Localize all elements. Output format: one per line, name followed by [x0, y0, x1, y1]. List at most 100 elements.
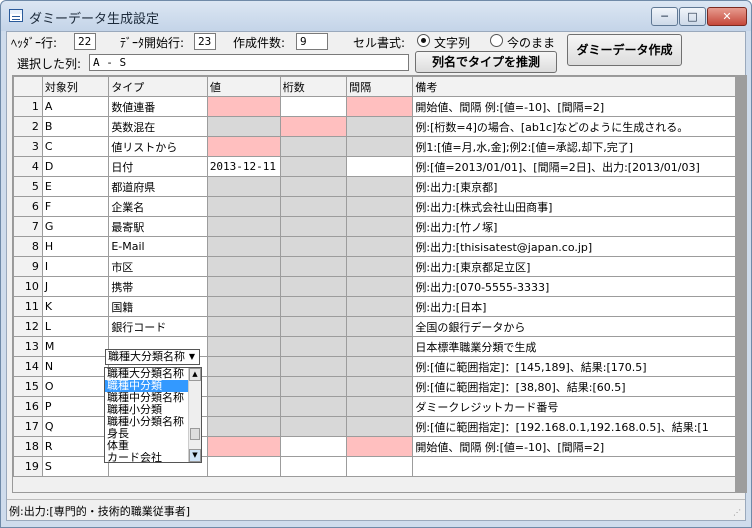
chevron-down-icon[interactable]: ▼: [186, 351, 198, 363]
cell-digits[interactable]: [279, 156, 348, 177]
cell-note[interactable]: [412, 456, 736, 477]
row-number[interactable]: 9: [13, 256, 43, 277]
cell-target-col[interactable]: Q: [41, 416, 110, 437]
cell-note[interactable]: 例:出力:[東京都足立区]: [412, 256, 736, 277]
maximize-button[interactable]: □: [679, 7, 706, 26]
cell-value[interactable]: [206, 116, 281, 137]
cell-note[interactable]: 例:[値に範囲指定]：[145,189]、結果:[170.5]: [412, 356, 736, 377]
cell-interval[interactable]: [346, 396, 414, 417]
dropdown-option[interactable]: 職種小分類名称: [105, 416, 189, 428]
cell-target-col[interactable]: D: [41, 156, 110, 177]
cell-value[interactable]: [206, 436, 281, 457]
cell-type[interactable]: E-Mail: [108, 236, 208, 257]
infer-type-button[interactable]: 列名でタイプを推測: [415, 51, 557, 73]
cell-value[interactable]: [206, 316, 281, 337]
cell-type[interactable]: 都道府県: [108, 176, 208, 197]
cell-digits[interactable]: [279, 416, 348, 437]
cell-value[interactable]: [206, 136, 281, 157]
table-row[interactable]: 10 J 携帯 例:出力:[070-5555-3333]: [13, 276, 736, 297]
radio-asis-label[interactable]: 今のまま: [507, 34, 555, 51]
cell-digits[interactable]: [279, 116, 348, 137]
col-header-value[interactable]: 値: [206, 76, 281, 97]
cell-value[interactable]: [206, 296, 281, 317]
radio-asis[interactable]: [490, 34, 503, 47]
cell-interval[interactable]: [346, 456, 414, 477]
cell-digits[interactable]: [279, 336, 348, 357]
cell-digits[interactable]: [279, 376, 348, 397]
cell-digits[interactable]: [279, 176, 348, 197]
cell-type[interactable]: 市区: [108, 256, 208, 277]
cell-digits[interactable]: [279, 136, 348, 157]
cell-digits[interactable]: [279, 256, 348, 277]
cell-type[interactable]: 値リストから: [108, 136, 208, 157]
cell-interval[interactable]: [346, 216, 414, 237]
cell-type[interactable]: 銀行コード: [108, 316, 208, 337]
cell-value[interactable]: [206, 416, 281, 437]
cell-interval[interactable]: [346, 256, 414, 277]
row-number[interactable]: 11: [13, 296, 43, 317]
title-bar[interactable]: ダミーデータ生成設定 ─ □ ✕: [1, 1, 751, 31]
cell-value[interactable]: [206, 276, 281, 297]
cell-digits[interactable]: [279, 236, 348, 257]
cell-target-col[interactable]: B: [41, 116, 110, 137]
cell-interval[interactable]: [346, 356, 414, 377]
row-number[interactable]: 3: [13, 136, 43, 157]
cell-value[interactable]: [206, 196, 281, 217]
cell-interval[interactable]: [346, 316, 414, 337]
cell-interval[interactable]: [346, 136, 414, 157]
dropdown-option[interactable]: 体重: [105, 440, 189, 452]
cell-value[interactable]: [206, 176, 281, 197]
cell-value[interactable]: [206, 376, 281, 397]
cell-note[interactable]: 日本標準職業分類で生成: [412, 336, 736, 357]
cell-digits[interactable]: [279, 276, 348, 297]
cell-target-col[interactable]: J: [41, 276, 110, 297]
row-number[interactable]: 14: [13, 356, 43, 377]
row-number[interactable]: 1: [13, 96, 43, 117]
cell-note[interactable]: 例:出力:[東京都]: [412, 176, 736, 197]
row-number[interactable]: 7: [13, 216, 43, 237]
cell-digits[interactable]: [279, 196, 348, 217]
selected-cols-input[interactable]: A - S: [89, 54, 409, 71]
cell-interval[interactable]: [346, 416, 414, 437]
row-number[interactable]: 18: [13, 436, 43, 457]
cell-digits[interactable]: [279, 356, 348, 377]
cell-interval[interactable]: [346, 236, 414, 257]
close-button[interactable]: ✕: [707, 7, 747, 26]
cell-digits[interactable]: [279, 216, 348, 237]
cell-target-col[interactable]: H: [41, 236, 110, 257]
cell-target-col[interactable]: C: [41, 136, 110, 157]
resize-grip-icon[interactable]: ⋰: [733, 508, 743, 518]
cell-note[interactable]: 開始値、間隔 例:[値=-10]、[間隔=2]: [412, 96, 736, 117]
data-start-input[interactable]: 23: [194, 33, 216, 50]
dropdown-option[interactable]: 職種小分類: [105, 404, 189, 416]
cell-target-col[interactable]: F: [41, 196, 110, 217]
cell-value[interactable]: [206, 396, 281, 417]
row-number[interactable]: 16: [13, 396, 43, 417]
grid-corner[interactable]: [13, 76, 43, 97]
cell-value[interactable]: [206, 256, 281, 277]
cell-value[interactable]: [206, 456, 281, 477]
cell-digits[interactable]: [279, 396, 348, 417]
row-number[interactable]: 2: [13, 116, 43, 137]
cell-value[interactable]: [206, 236, 281, 257]
cell-note[interactable]: 例:[値=2013/01/01]、[間隔=2日]、出力:[2013/01/03]: [412, 156, 736, 177]
cell-note[interactable]: 例:[値に範囲指定]：[192.168.0.1,192.168.0.5]、結果:…: [412, 416, 736, 437]
scroll-thumb[interactable]: [190, 428, 200, 440]
type-dropdown-list[interactable]: 職種大分類名称 職種中分類 職種中分類名称 職種小分類 職種小分類名称 身長 体重 カード会社…: [104, 367, 202, 463]
row-number[interactable]: 4: [13, 156, 43, 177]
row-number[interactable]: 8: [13, 236, 43, 257]
cell-target-col[interactable]: E: [41, 176, 110, 197]
row-number[interactable]: 12: [13, 316, 43, 337]
cell-target-col[interactable]: M: [41, 336, 110, 357]
row-number[interactable]: 6: [13, 196, 43, 217]
row-number[interactable]: 19: [13, 456, 43, 477]
row-number[interactable]: 10: [13, 276, 43, 297]
radio-string[interactable]: [417, 34, 430, 47]
cell-type[interactable]: 日付: [108, 156, 208, 177]
cell-interval[interactable]: [346, 116, 414, 137]
radio-string-label[interactable]: 文字列: [434, 34, 470, 51]
table-row[interactable]: 6 F 企業名 例:出力:[株式会社山田商事]: [13, 196, 736, 217]
row-number[interactable]: 13: [13, 336, 43, 357]
col-header-target[interactable]: 対象列: [41, 76, 110, 97]
cell-digits[interactable]: [279, 96, 348, 117]
